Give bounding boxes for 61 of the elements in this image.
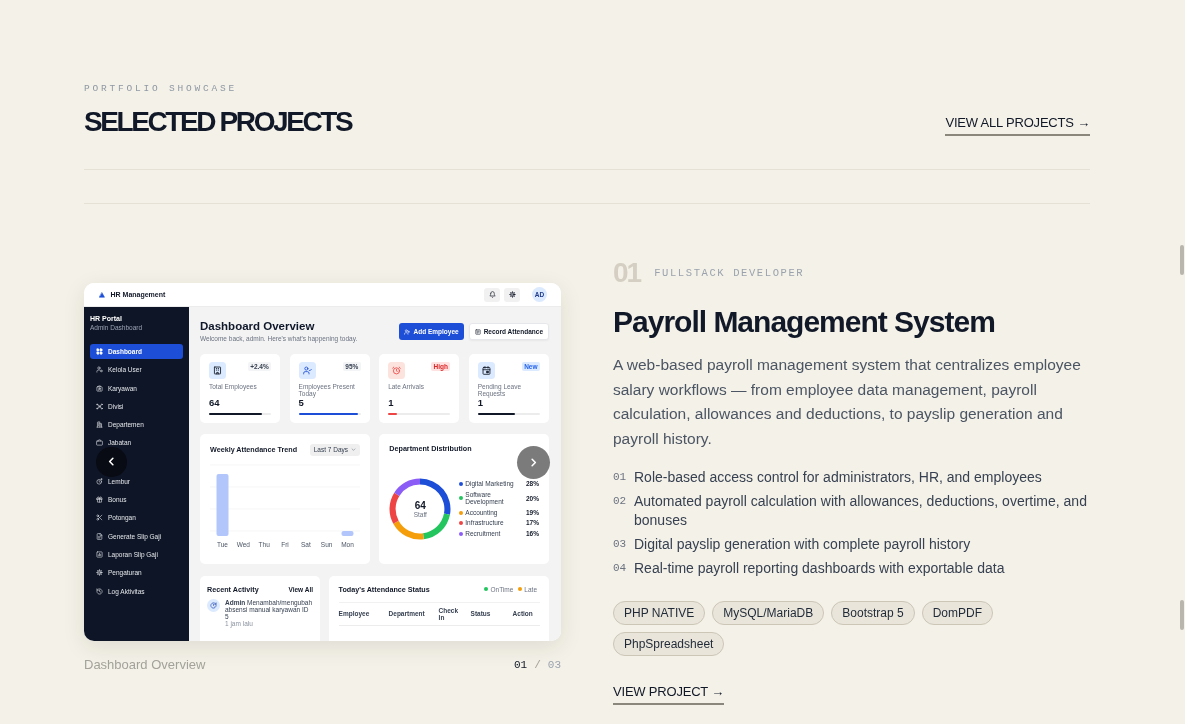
history-icon: [96, 587, 103, 595]
bell-icon: [488, 291, 496, 298]
stat-value: 5: [298, 397, 304, 408]
chevron-down-icon: [351, 447, 356, 453]
user-plus-icon: [404, 328, 411, 335]
document-icon: [96, 532, 103, 540]
stat-value: 1: [388, 397, 394, 408]
feature-number: 04: [613, 561, 626, 576]
id-card-icon: [96, 384, 103, 392]
chart-bar: [341, 530, 354, 536]
feature-text: Automated payroll calculation with allowances, deductions, overtime, and bonuses: [634, 492, 1088, 530]
triangle-icon: [99, 291, 105, 298]
scrollbar-thumb[interactable]: [1180, 245, 1184, 275]
gear-icon: [96, 569, 103, 577]
section-eyebrow: PORTFOLIO SHOWCASE: [84, 83, 238, 95]
donut-center-value: 64: [414, 499, 426, 511]
tech-tag: PHP NATIVE: [613, 600, 706, 625]
network-icon: [96, 402, 103, 410]
user-check-icon: [298, 361, 316, 379]
feature-text: Real-time payroll reporting dashboards with exportable data: [634, 559, 1005, 578]
project-title: Payroll Management System: [613, 304, 995, 340]
gear-icon: [508, 291, 516, 298]
briefcase-icon: [96, 439, 103, 447]
calendar-icon: [477, 361, 495, 379]
slide-caption: Dashboard Overview: [84, 658, 206, 672]
section-title: SELECTED PROJECTS: [84, 105, 352, 139]
feature-number: 01: [613, 470, 626, 485]
tech-tag: PhpSpreadsheet: [613, 631, 725, 656]
settings-button[interactable]: [504, 287, 520, 302]
chart-bar: [216, 473, 229, 536]
form-icon: [474, 328, 481, 335]
feature-number: 02: [613, 494, 626, 509]
office-building-icon: [96, 421, 103, 429]
tech-tag: DomPDF: [921, 600, 993, 625]
tech-tag: MySQL/MariaDB: [712, 600, 825, 625]
clock-icon: [96, 477, 103, 485]
view-all-link[interactable]: VIEW ALL PROJECTS →: [945, 115, 1090, 136]
page-title: Dashboard Overview: [200, 320, 315, 333]
scissors-icon: [96, 514, 103, 522]
feature-text: Role-based access control for administrators, HR, and employees: [634, 468, 1042, 487]
project-role: FULLSTACK DEVELOPER: [654, 267, 805, 279]
grid-icon: [96, 348, 103, 355]
slide-counter-current: 01: [514, 658, 528, 672]
stat-value: 64: [209, 397, 220, 408]
project-description: A web-based payroll management system that centralizes employee salary workflows — from employee data management, payroll calculation, allowances and deductions, to payslip generation and payroll history.: [613, 355, 1082, 449]
chevron-right-icon: [528, 457, 539, 468]
tech-tag: Bootstrap 5: [831, 600, 915, 625]
feature-number: 03: [613, 537, 626, 552]
feature-text: Digital payslip generation with complete payroll history: [634, 535, 971, 554]
gift-icon: [96, 496, 103, 504]
building-icon: [209, 361, 226, 379]
stat-value: 1: [477, 397, 483, 408]
slide-counter-separator: /: [534, 658, 541, 672]
user-icon: [96, 366, 103, 374]
view-project-link[interactable]: VIEW PROJECT →: [613, 683, 725, 705]
bar-chart-icon: [96, 550, 103, 558]
alarm-clock-icon: [388, 361, 406, 379]
refresh-icon: [207, 598, 220, 612]
notifications-button[interactable]: [484, 287, 500, 302]
scrollbar-thumb[interactable]: [1180, 600, 1184, 630]
slide-counter-total: 03: [547, 658, 561, 672]
